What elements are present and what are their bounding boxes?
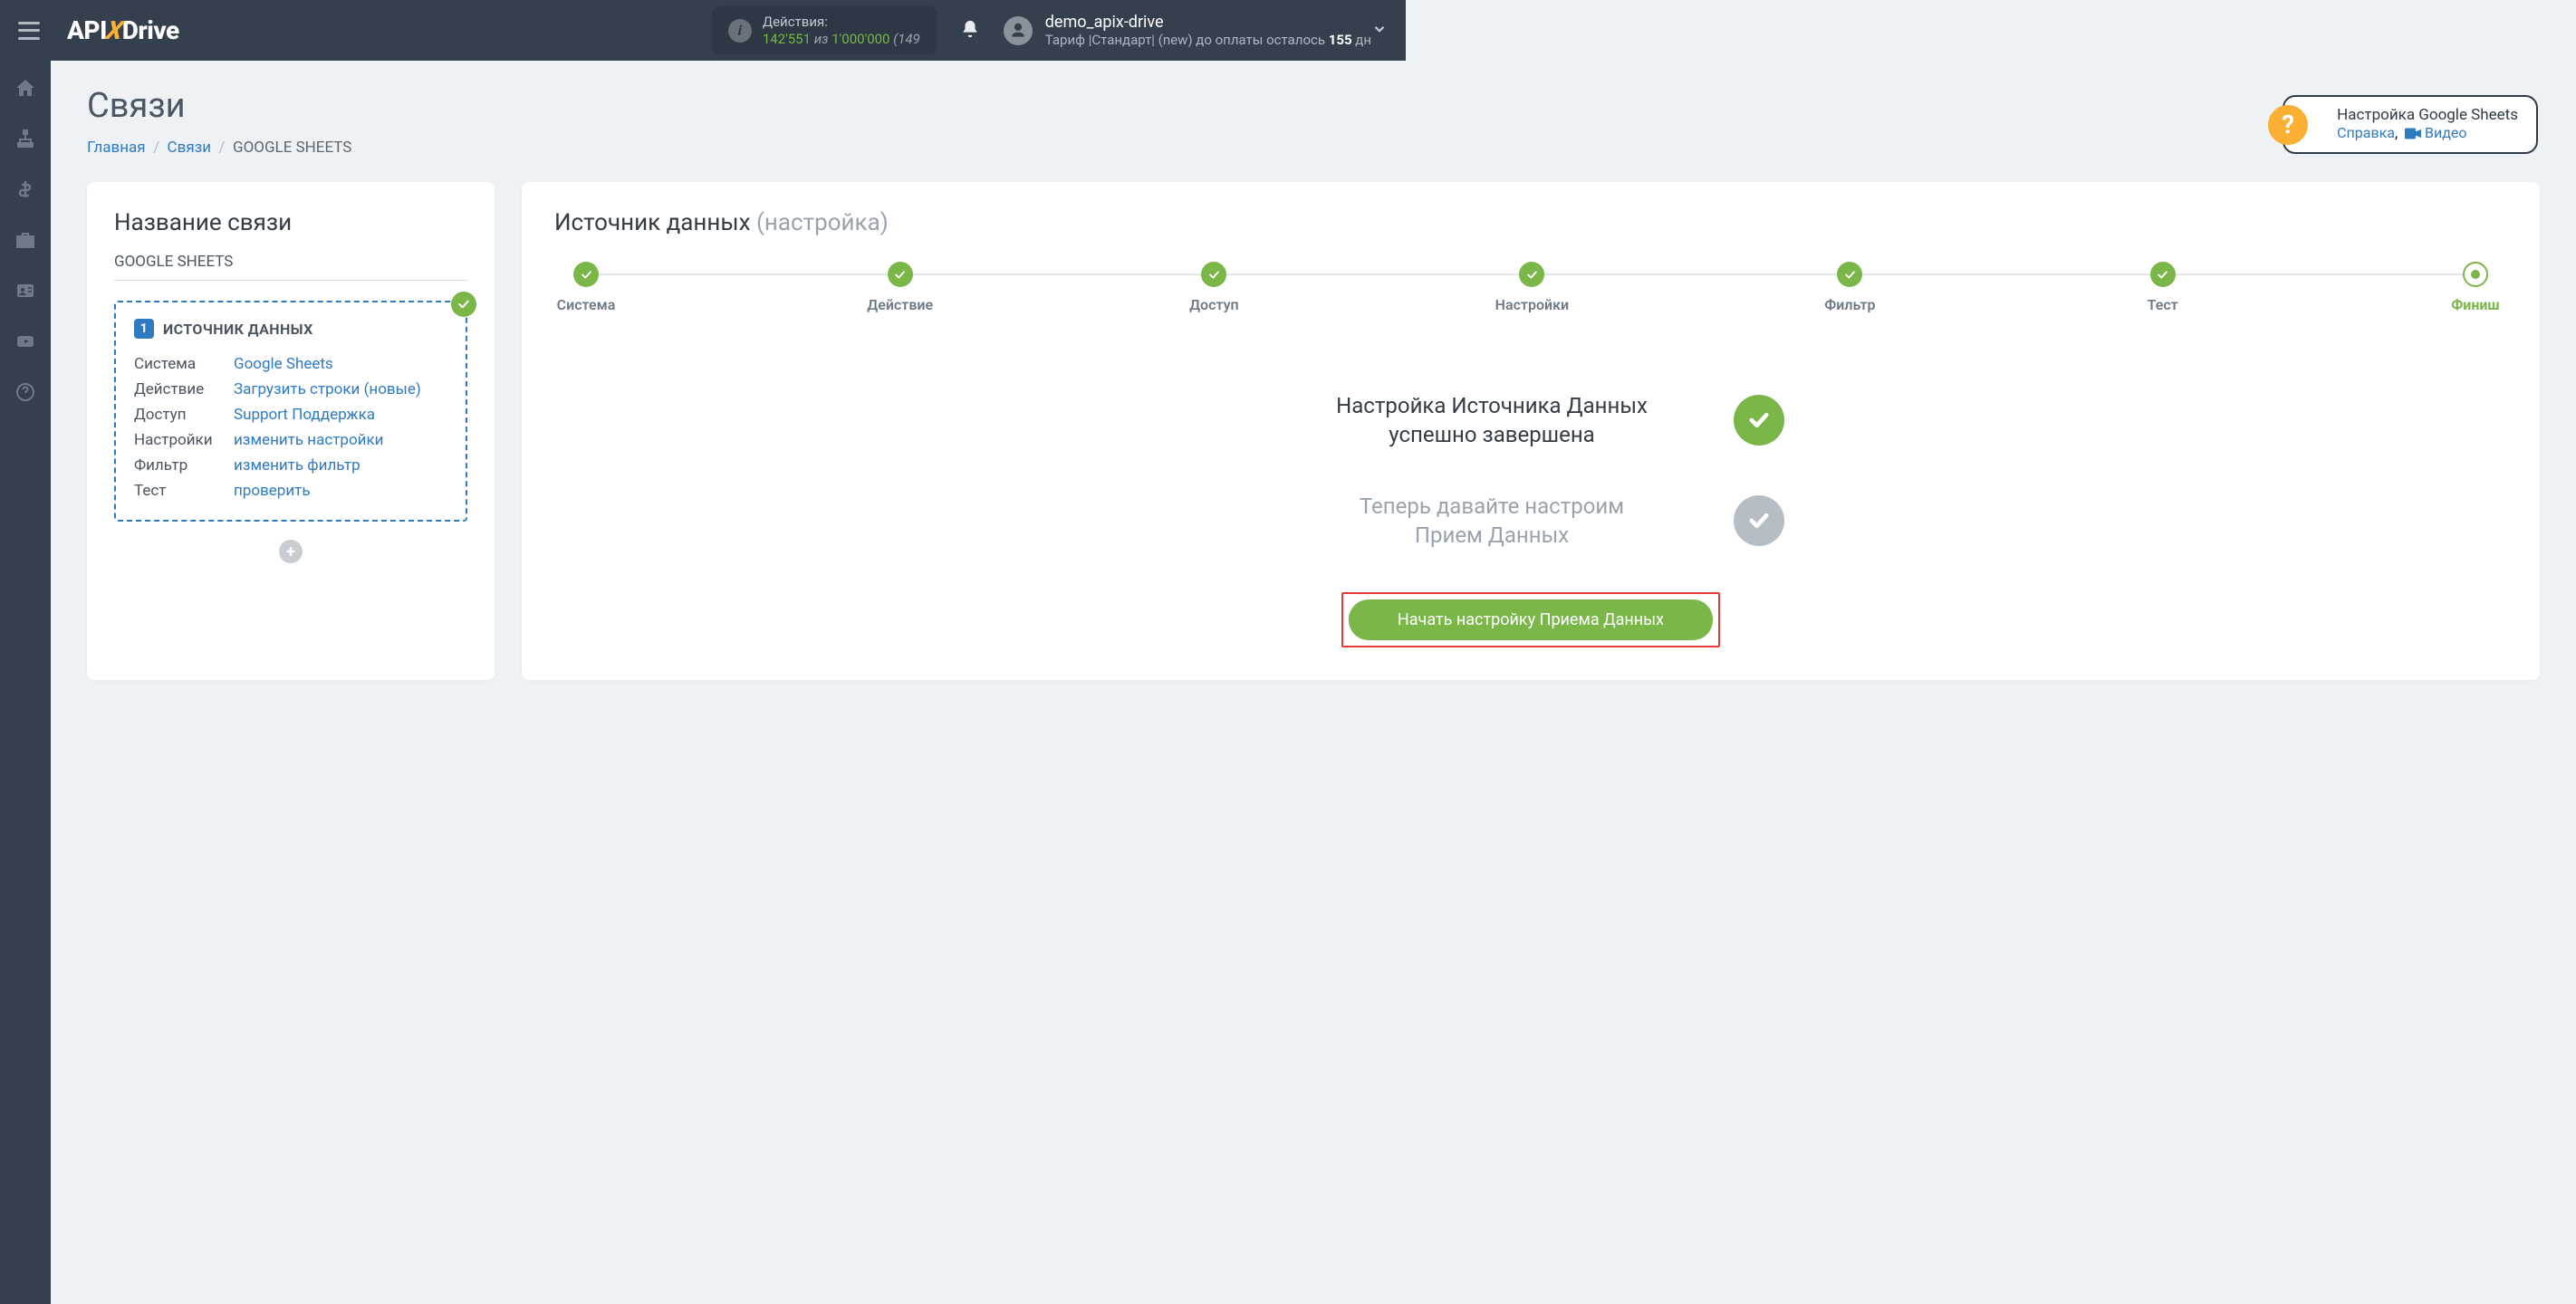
nav-briefcase-icon[interactable] [13, 227, 38, 253]
source-title: ИСТОЧНИК ДАННЫХ [163, 321, 313, 338]
check-done-icon [1734, 395, 1784, 446]
detail-key: Действие [134, 377, 234, 402]
step-label: Фильтр [1824, 296, 1875, 313]
help-question-icon[interactable]: ? [2268, 105, 2308, 145]
source-detail-row: ДействиеЗагрузить строки (новые) [134, 377, 447, 402]
step-dot-icon [2150, 262, 2176, 287]
logo[interactable]: APIXDrive [67, 15, 179, 45]
detail-key: Фильтр [134, 453, 234, 478]
detail-key: Система [134, 351, 234, 377]
step-dot-icon [1837, 262, 1862, 287]
detail-key: Тест [134, 478, 234, 503]
wizard-card: Источник данных (настройка) Система Дейст… [522, 182, 2540, 680]
detail-value-link[interactable]: проверить [234, 482, 311, 500]
step-label: Настройки [1495, 296, 1570, 313]
step-финиш[interactable]: Финиш [2444, 262, 2507, 313]
step-dot-icon [1519, 262, 1544, 287]
detail-key: Доступ [134, 402, 234, 427]
detail-value-link[interactable]: Google Sheets [234, 355, 333, 373]
connection-card-title: Название связи [114, 209, 467, 236]
step-тест[interactable]: Тест [2131, 262, 2195, 313]
nav-video-icon[interactable] [13, 329, 38, 354]
actions-values: 142'551 из 1'000'000 (149 [763, 31, 920, 48]
step-система[interactable]: Система [554, 262, 618, 313]
page-content: Связи Главная / Связи / GOOGLE SHEETS ? … [51, 61, 2576, 1304]
user-name: demo_apix-drive [1045, 13, 1371, 32]
help-video-link[interactable]: Видео [2425, 124, 2466, 141]
nav-home-icon[interactable] [13, 75, 38, 101]
wizard-title: Источник данных (настройка) [554, 209, 2507, 236]
breadcrumb-home[interactable]: Главная [87, 139, 146, 157]
detail-value-link[interactable]: Support Поддержка [234, 406, 375, 424]
step-label: Действие [867, 296, 933, 313]
stepper: Система Действие Доступ Настройки Фильтр Тест… [554, 262, 2507, 313]
cta-highlight: Начать настройку Приема Данных [1341, 592, 1720, 647]
status-done-text: Настройка Источника Данныхуспешно заверш… [1277, 391, 1706, 450]
step-действие[interactable]: Действие [867, 262, 933, 313]
add-block-button[interactable]: + [279, 540, 303, 563]
actions-label: Действия: [763, 14, 920, 31]
status-next-text: Теперь давайте настроимПрием Данных [1277, 492, 1706, 551]
breadcrumb-current: GOOGLE SHEETS [233, 139, 351, 157]
help-doc-link[interactable]: Справка [2337, 124, 2395, 141]
detail-key: Настройки [134, 427, 234, 453]
breadcrumb: Главная / Связи / GOOGLE SHEETS [87, 139, 2540, 157]
actions-counter: i Действия: 142'551 из 1'000'000 (149 [712, 6, 937, 55]
source-step-number: 1 [134, 319, 154, 339]
nav-contacts-icon[interactable] [13, 278, 38, 303]
page-title: Связи [87, 86, 2540, 126]
menu-toggle-icon[interactable] [18, 22, 40, 40]
help-title: Настройка Google Sheets [2337, 106, 2518, 124]
nav-connections-icon[interactable] [13, 126, 38, 151]
side-nav [0, 61, 51, 1304]
user-avatar-icon[interactable] [1004, 16, 1033, 45]
notifications-icon[interactable] [960, 18, 980, 43]
check-next-icon [1734, 495, 1784, 546]
video-camera-icon [2405, 126, 2421, 143]
step-настройки[interactable]: Настройки [1495, 262, 1570, 313]
nav-billing-icon[interactable] [13, 177, 38, 202]
nav-help-icon[interactable] [13, 379, 38, 405]
step-доступ[interactable]: Доступ [1182, 262, 1245, 313]
source-detail-row: Фильтризменить фильтр [134, 453, 447, 478]
status-row-done: Настройка Источника Данныхуспешно заверш… [1277, 391, 1784, 450]
status-ok-icon [451, 292, 476, 317]
user-block[interactable]: demo_apix-drive Тариф |Стандарт| (new) д… [1045, 13, 1371, 48]
step-dot-icon [2463, 262, 2488, 287]
detail-value-link[interactable]: Загрузить строки (новые) [234, 380, 421, 398]
user-plan: Тариф |Стандарт| (new) до оплаты осталос… [1045, 32, 1371, 48]
step-label: Система [557, 296, 616, 313]
detail-value-link[interactable]: изменить настройки [234, 431, 383, 449]
top-bar: APIXDrive i Действия: 142'551 из 1'000'0… [0, 0, 1406, 61]
step-label: Тест [2148, 296, 2178, 313]
step-label: Доступ [1189, 296, 1239, 313]
step-dot-icon [888, 262, 913, 287]
breadcrumb-links[interactable]: Связи [168, 139, 212, 157]
info-icon: i [728, 19, 752, 43]
status-row-next: Теперь давайте настроимПрием Данных [1277, 492, 1784, 551]
connection-name[interactable]: GOOGLE SHEETS [114, 253, 467, 281]
step-фильтр[interactable]: Фильтр [1818, 262, 1881, 313]
chevron-down-icon[interactable] [1371, 21, 1388, 41]
detail-value-link[interactable]: изменить фильтр [234, 456, 360, 475]
source-details-table: СистемаGoogle SheetsДействиеЗагрузить ст… [134, 351, 447, 503]
step-dot-icon [573, 262, 599, 287]
source-detail-row: СистемаGoogle Sheets [134, 351, 447, 377]
source-detail-row: ДоступSupport Поддержка [134, 402, 447, 427]
help-panel: ? Настройка Google Sheets Справка, Видео [2283, 95, 2538, 154]
source-detail-row: Настройкиизменить настройки [134, 427, 447, 453]
source-detail-row: Тестпроверить [134, 478, 447, 503]
step-dot-icon [1201, 262, 1226, 287]
step-label: Финиш [2451, 296, 2499, 313]
connection-card: Название связи GOOGLE SHEETS 1 ИСТОЧНИК … [87, 182, 495, 680]
start-destination-button[interactable]: Начать настройку Приема Данных [1349, 599, 1713, 640]
source-box[interactable]: 1 ИСТОЧНИК ДАННЫХ СистемаGoogle SheetsДе… [114, 301, 467, 522]
